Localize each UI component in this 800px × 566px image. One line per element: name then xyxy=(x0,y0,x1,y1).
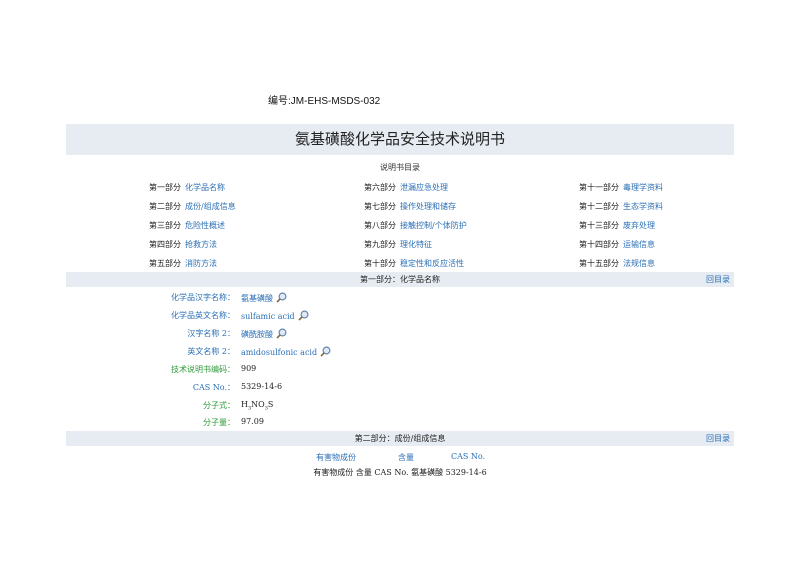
section-2-header: 第二部分：成份/组成信息 回目录 xyxy=(66,431,734,446)
toc-item-5[interactable]: 第五部分 消防方法 xyxy=(149,258,217,269)
toc-part: 第十四部分 xyxy=(579,240,619,249)
field-value[interactable]: sulfamic acid xyxy=(241,312,295,321)
page-title: 氨基磺酸化学品安全技术说明书 xyxy=(66,124,734,155)
toc-item-7[interactable]: 第七部分 操作处理和储存 xyxy=(364,201,456,212)
column-header-content: 含量 xyxy=(398,453,414,462)
field-mol-weight-value: 97.09 xyxy=(241,417,264,426)
field-label: 技术说明书编码： xyxy=(171,365,235,374)
field-mol-weight: 分子量： xyxy=(135,417,235,429)
toc-item-9[interactable]: 第九部分 理化特征 xyxy=(364,239,432,250)
formula-part: H xyxy=(241,400,248,409)
toc-link[interactable]: 泄漏应急处理 xyxy=(400,183,448,192)
back-to-toc-link[interactable]: 回目录 xyxy=(706,431,730,446)
field-label: 化学品汉字名称： xyxy=(171,293,235,302)
toc-link[interactable]: 接触控制/个体防护 xyxy=(400,221,467,230)
toc-item-13[interactable]: 第十三部分 废弃处理 xyxy=(579,220,655,231)
field-en-name-2-value[interactable]: amidosulfonic acid xyxy=(241,346,331,357)
field-label: 化学品英文名称： xyxy=(171,311,235,320)
toc-part: 第一部分 xyxy=(149,183,181,192)
field-cas-value: 5329-14-6 xyxy=(241,382,283,391)
toc-part: 第十二部分 xyxy=(579,202,619,211)
field-msds-code: 技术说明书编码： xyxy=(135,364,235,376)
field-label: 分子量： xyxy=(203,418,235,427)
toc-part: 第十一部分 xyxy=(579,183,619,192)
field-formula: 分子式： xyxy=(135,400,235,412)
toc-part: 第十部分 xyxy=(364,259,396,268)
toc-heading: 说明书目录 xyxy=(380,163,420,172)
toc-link[interactable]: 毒理学资料 xyxy=(623,183,663,192)
field-cn-name-2: 汉字名称 2： xyxy=(135,328,235,340)
toc-part: 第四部分 xyxy=(149,240,181,249)
toc-link[interactable]: 生态学资料 xyxy=(623,202,663,211)
field-value[interactable]: 氨基磺酸 xyxy=(241,294,273,303)
field-value[interactable]: 磺酰胺酸 xyxy=(241,330,273,339)
magnifier-icon[interactable] xyxy=(298,310,309,321)
magnifier-icon[interactable] xyxy=(276,328,287,339)
field-value[interactable]: amidosulfonic acid xyxy=(241,348,317,357)
field-en-name-value[interactable]: sulfamic acid xyxy=(241,310,309,321)
toc-item-10[interactable]: 第十部分 稳定性和反应活性 xyxy=(364,258,464,269)
magnifier-icon[interactable] xyxy=(276,292,287,303)
field-en-name: 化学品英文名称： xyxy=(135,310,235,322)
toc-link[interactable]: 操作处理和储存 xyxy=(400,202,456,211)
formula-part: S xyxy=(267,400,274,409)
composition-row: 有害物成份 含量 CAS No. 氨基磺酸 5329-14-6 xyxy=(313,468,487,477)
field-en-name-2: 英文名称 2： xyxy=(135,346,235,358)
toc-part: 第三部分 xyxy=(149,221,181,230)
toc-link[interactable]: 法规信息 xyxy=(623,259,655,268)
toc-part: 第五部分 xyxy=(149,259,181,268)
toc-item-4[interactable]: 第四部分 抢救方法 xyxy=(149,239,217,250)
toc-item-15[interactable]: 第十五部分 法规信息 xyxy=(579,258,655,269)
toc-part: 第十三部分 xyxy=(579,221,619,230)
toc-link[interactable]: 成份/组成信息 xyxy=(185,202,236,211)
back-to-toc-link[interactable]: 回目录 xyxy=(706,272,730,287)
field-formula-value: H3NO3S xyxy=(241,400,273,412)
column-header-cas: CAS No. xyxy=(451,452,486,461)
field-label: CAS No.： xyxy=(192,383,235,392)
toc-part: 第九部分 xyxy=(364,240,396,249)
toc-link[interactable]: 稳定性和反应活性 xyxy=(400,259,464,268)
section-1-header: 第一部分：化学品名称 回目录 xyxy=(66,272,734,287)
field-cas: CAS No.： xyxy=(135,382,235,394)
toc-part: 第十五部分 xyxy=(579,259,619,268)
field-cn-name-value[interactable]: 氨基磺酸 xyxy=(241,292,287,304)
toc-link[interactable]: 化学品名称 xyxy=(185,183,225,192)
magnifier-icon[interactable] xyxy=(320,346,331,357)
toc-item-2[interactable]: 第二部分 成份/组成信息 xyxy=(149,201,236,212)
toc-item-8[interactable]: 第八部分 接触控制/个体防护 xyxy=(364,220,467,231)
toc-item-14[interactable]: 第十四部分 运输信息 xyxy=(579,239,655,250)
field-cn-name-2-value[interactable]: 磺酰胺酸 xyxy=(241,328,287,340)
field-label: 英文名称 2： xyxy=(187,347,235,356)
section-2-title: 第二部分：成份/组成信息 xyxy=(354,434,446,443)
toc-link[interactable]: 危险性概述 xyxy=(185,221,225,230)
table-of-contents: 第一部分 化学品名称 第二部分 成份/组成信息 第三部分 危险性概述 第四部分 抢救方法… xyxy=(66,178,734,270)
toc-part: 第八部分 xyxy=(364,221,396,230)
section-1-title: 第一部分：化学品名称 xyxy=(360,275,440,284)
toc-part: 第七部分 xyxy=(364,202,396,211)
toc-item-11[interactable]: 第十一部分 毒理学资料 xyxy=(579,182,663,193)
toc-link[interactable]: 消防方法 xyxy=(185,259,217,268)
toc-part: 第二部分 xyxy=(149,202,181,211)
field-label: 分子式： xyxy=(203,401,235,410)
field-msds-code-value: 909 xyxy=(241,364,257,373)
document-number: 编号:JM-EHS-MSDS-032 xyxy=(268,96,381,107)
toc-item-6[interactable]: 第六部分 泄漏应急处理 xyxy=(364,182,448,193)
toc-link[interactable]: 理化特征 xyxy=(400,240,432,249)
toc-item-1[interactable]: 第一部分 化学品名称 xyxy=(149,182,225,193)
toc-link[interactable]: 抢救方法 xyxy=(185,240,217,249)
formula-part: NO xyxy=(251,400,265,409)
toc-part: 第六部分 xyxy=(364,183,396,192)
field-label: 汉字名称 2： xyxy=(187,329,235,338)
toc-link[interactable]: 运输信息 xyxy=(623,240,655,249)
toc-item-12[interactable]: 第十二部分 生态学资料 xyxy=(579,201,663,212)
toc-item-3[interactable]: 第三部分 危险性概述 xyxy=(149,220,225,231)
column-header-component: 有害物成份 xyxy=(316,453,356,462)
toc-link[interactable]: 废弃处理 xyxy=(623,221,655,230)
field-cn-name: 化学品汉字名称： xyxy=(135,292,235,304)
